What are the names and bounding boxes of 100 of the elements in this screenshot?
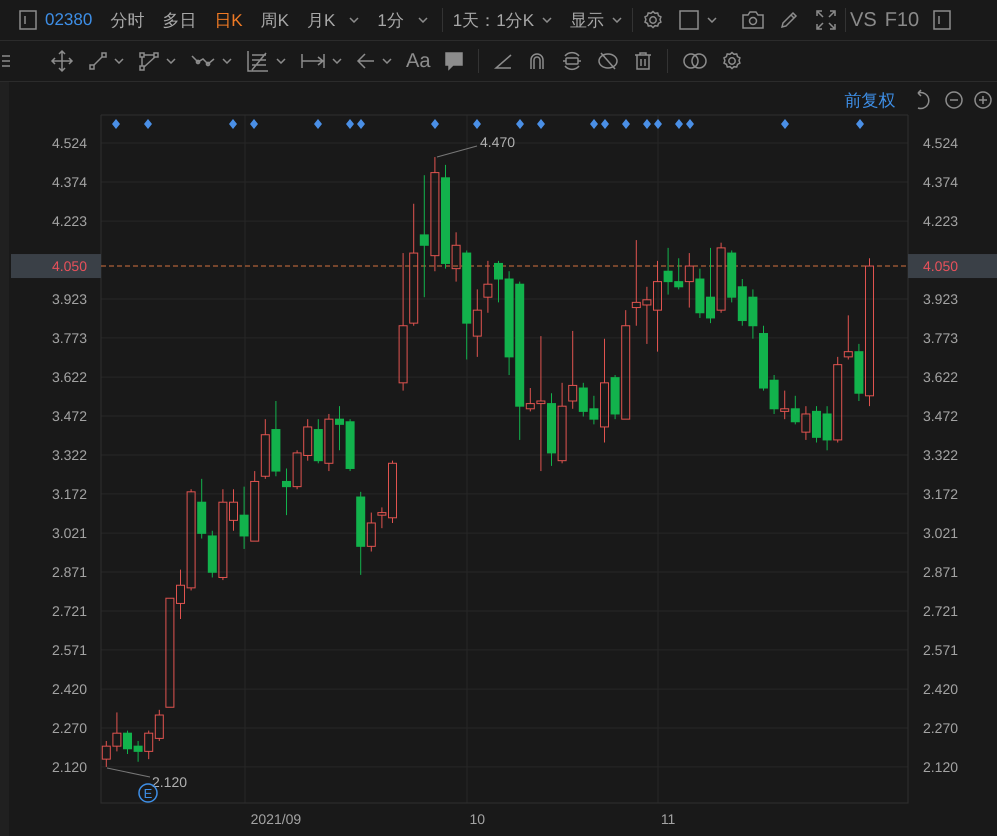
caret-icon[interactable] — [276, 58, 286, 64]
f10-button[interactable]: F10 — [884, 8, 920, 32]
date-axis-label: 11 — [660, 811, 676, 827]
fibonacci-icon[interactable] — [246, 49, 270, 73]
price-axis-label: 2.571 — [52, 642, 87, 658]
candlestick — [865, 258, 874, 407]
period-tab[interactable]: 周K — [260, 8, 289, 32]
caret-icon[interactable] — [166, 58, 176, 64]
candlestick — [472, 288, 482, 358]
candlestick — [780, 390, 790, 420]
overlay-icon[interactable] — [682, 51, 708, 71]
price-axis-label: 3.923 — [52, 291, 87, 307]
comment-icon[interactable] — [444, 51, 464, 71]
candlestick — [568, 330, 578, 410]
menu-icon[interactable] — [2, 53, 10, 69]
price-axis-label: 3.322 — [52, 446, 87, 463]
candlestick — [430, 156, 440, 272]
period-tab[interactable]: 多日 — [162, 8, 196, 32]
indicator-settings-icon[interactable] — [722, 51, 742, 71]
period-dropdown[interactable]: 月K — [306, 8, 360, 32]
price-axis-label: 2.420 — [923, 681, 958, 698]
price-axis-label: 2.871 — [923, 564, 958, 580]
range-dropdown[interactable]: 1天：1分K — [452, 8, 552, 32]
arrow-left-icon[interactable] — [356, 51, 376, 71]
price-axis-label: 2.270 — [52, 720, 87, 736]
text-tool[interactable]: Aa — [406, 50, 430, 72]
high-price-label: 4.470 — [480, 134, 516, 150]
caret-icon[interactable] — [222, 58, 232, 64]
candlestick — [452, 232, 461, 282]
candlestick — [271, 400, 280, 477]
candlestick — [716, 242, 726, 314]
date-axis-label: 2021/09 — [250, 811, 302, 827]
candlestick — [600, 338, 609, 444]
compare-button[interactable]: VS — [850, 8, 877, 32]
candlestick — [282, 468, 291, 516]
caret-icon — [612, 17, 622, 23]
price-axis-label: 3.773 — [923, 330, 958, 346]
caret-icon[interactable] — [382, 58, 392, 64]
candlestick — [240, 486, 249, 550]
current-price-label: 4.050 — [52, 258, 87, 274]
price-axis-label: 2.420 — [52, 681, 87, 698]
trash-icon[interactable] — [633, 51, 654, 71]
price-axis-label: 2.871 — [52, 564, 87, 580]
caret-icon[interactable] — [332, 58, 342, 64]
price-axis-label: 3.622 — [923, 369, 958, 386]
panel-icon[interactable] — [933, 10, 952, 30]
pencil-icon[interactable] — [779, 10, 800, 30]
candlestick — [547, 392, 556, 466]
camera-icon[interactable] — [741, 10, 766, 30]
price-axis-label: 3.021 — [923, 525, 958, 542]
caret-icon — [542, 17, 552, 23]
fullscreen-icon[interactable] — [815, 9, 838, 31]
price-axis-label: 3.172 — [52, 486, 87, 502]
price-axis-label: 2.120 — [923, 758, 958, 775]
period-dropdown[interactable]: 1分 — [377, 8, 428, 32]
price-axis-label: 2.721 — [52, 602, 87, 619]
candlestick — [314, 418, 323, 464]
price-axis-label: 3.773 — [52, 330, 87, 346]
caret-icon[interactable] — [707, 17, 718, 23]
panel-icon[interactable] — [19, 10, 37, 30]
price-axis-label: 3.622 — [52, 369, 87, 386]
price-axis-label: 2.571 — [923, 642, 958, 658]
caret-icon[interactable] — [114, 58, 124, 64]
price-axis-label: 3.172 — [923, 486, 958, 502]
stock-code[interactable]: 02380 — [45, 10, 92, 30]
undo-icon[interactable] — [917, 89, 930, 110]
price-axis-label: 4.374 — [923, 174, 958, 190]
measure-icon[interactable] — [300, 51, 326, 71]
price-axis-label: 3.021 — [52, 525, 87, 542]
price-axis-label: 3.472 — [52, 408, 87, 424]
price-axis-label: 2.270 — [923, 720, 958, 736]
polygon-tool-icon[interactable] — [138, 51, 160, 71]
candlestick — [684, 252, 694, 308]
candlestick — [801, 406, 810, 440]
candlestick — [420, 174, 429, 298]
price-axis-label: 3.322 — [923, 446, 958, 463]
price-axis-label: 4.223 — [52, 213, 87, 230]
current-price-label: 4.050 — [923, 258, 958, 274]
square-icon[interactable] — [679, 10, 700, 30]
hide-icon[interactable] — [597, 50, 620, 72]
price-axis-label: 3.472 — [923, 408, 958, 424]
line-tool-icon[interactable] — [88, 51, 108, 71]
candlestick — [854, 343, 864, 402]
period-tab[interactable]: 日K — [214, 8, 243, 32]
caret-icon — [418, 17, 428, 23]
price-axis-label: 4.374 — [52, 174, 87, 190]
settings-icon[interactable] — [643, 10, 664, 30]
move-icon[interactable] — [50, 49, 74, 73]
price-axis-label: 3.923 — [923, 291, 958, 307]
price-axis-label: 2.120 — [52, 758, 87, 775]
display-dropdown[interactable]: 显示 — [570, 8, 622, 32]
zoom-out-icon[interactable] — [945, 91, 963, 109]
leader-line — [106, 768, 150, 778]
caret-icon — [349, 17, 360, 23]
adjust-link[interactable]: 前复权 — [844, 91, 896, 110]
period-tab[interactable]: 分时 — [110, 8, 144, 32]
zoom-in-icon[interactable] — [974, 91, 992, 109]
price-axis-label: 4.524 — [923, 135, 958, 152]
candlestick — [558, 382, 567, 464]
candlestick — [398, 252, 408, 392]
